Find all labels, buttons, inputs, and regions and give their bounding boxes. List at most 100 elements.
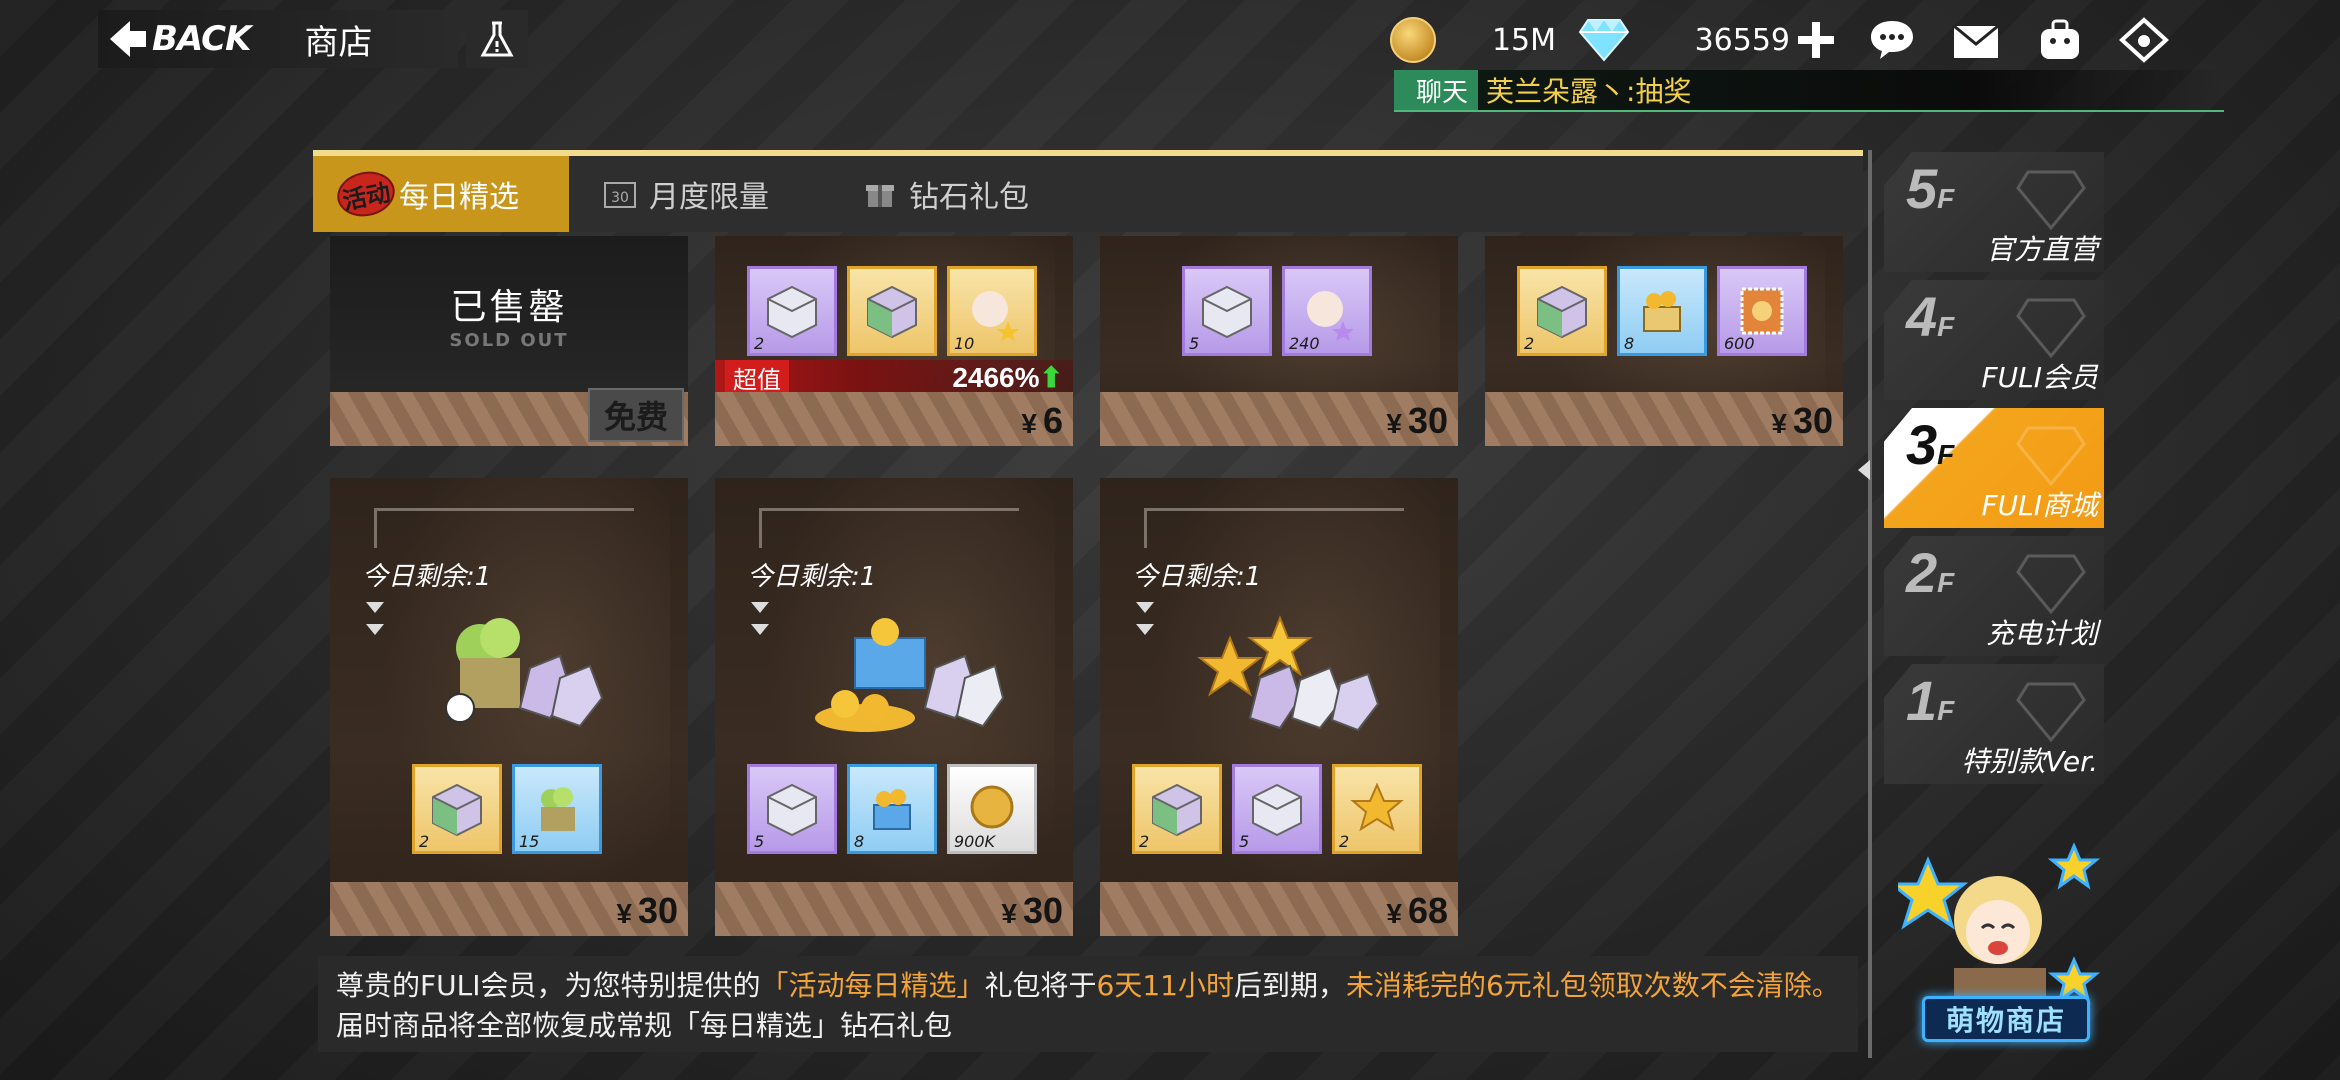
floor-label: FULI会员 bbox=[1981, 361, 2098, 394]
chevron-down-icon bbox=[1136, 602, 1154, 613]
expiry-notice: 尊贵的FULI会员，为您特别提供的「活动每日精选」礼包将于6天11小时后到期，未… bbox=[318, 956, 1858, 1052]
coin-box-item[interactable]: 8 bbox=[847, 764, 937, 854]
item-count: 240 bbox=[1289, 334, 1320, 353]
dice-item[interactable] bbox=[847, 266, 937, 356]
home-button[interactable] bbox=[2116, 12, 2172, 68]
floor-4f[interactable]: 4F FULI会员 bbox=[1884, 280, 2104, 400]
daily-pack-card[interactable]: 今日剩余:1 5 8 900K ¥30 bbox=[715, 478, 1073, 936]
pack-card[interactable]: 2 8 600 ¥30 bbox=[1485, 236, 1843, 446]
dice-item[interactable]: 2 bbox=[412, 764, 502, 854]
bag-button[interactable] bbox=[2032, 12, 2088, 68]
notice-text: 礼包将于 bbox=[984, 969, 1097, 1002]
pack-card[interactable]: 2 10 超值 2466%⬆ ¥6 bbox=[715, 236, 1073, 446]
item-count: 15 bbox=[519, 832, 540, 851]
price-label[interactable]: ¥6 bbox=[1021, 400, 1063, 442]
floor-number: 1F bbox=[1906, 669, 1955, 732]
mail-button[interactable] bbox=[1948, 12, 2004, 68]
item-count: 2 bbox=[1139, 832, 1150, 851]
diamond-icon bbox=[1578, 19, 1630, 62]
floor-5f[interactable]: 5F 官方直营 bbox=[1884, 152, 2104, 272]
remaining-today: 今日剩余:1 bbox=[362, 562, 492, 592]
frame-bracket bbox=[759, 508, 1019, 548]
sold-out-title: 已售罄 bbox=[450, 286, 568, 328]
remaining-today: 今日剩余:1 bbox=[1132, 562, 1262, 592]
diamond-emblem-icon bbox=[2016, 426, 2086, 486]
dice-icon bbox=[432, 783, 482, 837]
sold-out-overlay: 已售罄 SOLD OUT bbox=[330, 236, 688, 392]
notice-highlight: 未消耗完的6元礼包领取次数不会清除。 bbox=[1345, 969, 1840, 1002]
diamond-emblem-icon bbox=[2016, 170, 2086, 230]
price-label[interactable]: ¥68 bbox=[1386, 890, 1448, 932]
daily-pack-card[interactable]: 今日剩余:1 2 5 2 ¥68 bbox=[1100, 478, 1458, 936]
dice-item[interactable]: 5 bbox=[747, 764, 837, 854]
pack-card-free[interactable]: 已售罄 SOLD OUT 免费 bbox=[330, 236, 688, 446]
floor-3f[interactable]: 3F FULI商城 bbox=[1884, 408, 2104, 528]
page-title: 商店 bbox=[304, 22, 373, 63]
gold-coin-icon bbox=[970, 785, 1014, 829]
dice-icon bbox=[767, 783, 817, 837]
chevron-down-icon bbox=[751, 624, 769, 635]
notice-highlight: 「活动每日精选」 bbox=[760, 969, 985, 1002]
notice-highlight: 6天11小时 bbox=[1096, 969, 1234, 1002]
avatar-item[interactable]: 240 bbox=[1282, 266, 1372, 356]
dice-item[interactable]: 2 bbox=[1132, 764, 1222, 854]
floor-label: 特别款Ver. bbox=[1961, 745, 2098, 778]
chat-ticker[interactable]: 聊天 芙兰朵露丶:抽奖 bbox=[1394, 70, 2224, 112]
chat-tag: 聊天 bbox=[1394, 70, 1479, 110]
tab-monthly-limited[interactable]: 30 月度限量 bbox=[569, 156, 803, 232]
price-label[interactable]: ¥30 bbox=[1386, 400, 1448, 442]
chevron-down-icon bbox=[751, 602, 769, 613]
price-label[interactable]: ¥30 bbox=[616, 890, 678, 932]
floor-1f[interactable]: 1F 特别款Ver. bbox=[1884, 664, 2104, 784]
daily-pack-card[interactable]: 今日剩余:1 2 15 ¥30 bbox=[330, 478, 688, 936]
dice-icon bbox=[767, 285, 817, 339]
info-button[interactable] bbox=[466, 10, 528, 68]
chevron-down-icon bbox=[1136, 624, 1154, 635]
add-gems-button[interactable] bbox=[1796, 20, 1836, 60]
back-arrow-icon[interactable] bbox=[106, 17, 150, 61]
clover-box-item[interactable]: 15 bbox=[512, 764, 602, 854]
notice-text: 届时商品将全部恢复成常规「每日精选」钻石礼包 bbox=[336, 1009, 953, 1042]
tab-label: 月度限量 bbox=[649, 180, 769, 215]
back-button[interactable]: BACK bbox=[152, 19, 251, 59]
chat-message: 芙兰朵露丶:抽奖 bbox=[1486, 75, 1692, 108]
dice-item[interactable]: 5 bbox=[1182, 266, 1272, 356]
dice-item[interactable]: 2 bbox=[1517, 266, 1607, 356]
coin-box-icon bbox=[1643, 291, 1681, 332]
floor-number: 3F bbox=[1906, 413, 1955, 476]
avatar-item[interactable]: 10 bbox=[947, 266, 1037, 356]
pack-hero-icon bbox=[1197, 615, 1380, 732]
sold-out-subtitle: SOLD OUT bbox=[449, 329, 569, 351]
gold-coin-item[interactable]: 900K bbox=[947, 764, 1037, 854]
pack-hero-icon bbox=[445, 618, 604, 728]
floor-2f[interactable]: 2F 充电计划 bbox=[1884, 536, 2104, 656]
item-count: 5 bbox=[1189, 334, 1200, 353]
tab-daily-picks[interactable]: 活动 每日精选 bbox=[313, 156, 569, 232]
calendar-30-icon: 30 bbox=[604, 182, 636, 208]
stamp-item[interactable]: 600 bbox=[1717, 266, 1807, 356]
floor-number: 2F bbox=[1906, 541, 1955, 604]
price-label[interactable]: ¥30 bbox=[1001, 890, 1063, 932]
pack-card[interactable]: 5 240 ¥30 bbox=[1100, 236, 1458, 446]
cute-shop-button[interactable]: 萌物商店 bbox=[1922, 996, 2090, 1042]
chat-button[interactable] bbox=[1864, 12, 1920, 68]
free-claim-button[interactable]: 免费 bbox=[587, 388, 684, 442]
star-coin-item[interactable]: 2 bbox=[1332, 764, 1422, 854]
remaining-today: 今日剩余:1 bbox=[747, 562, 877, 592]
item-row: 5 240 bbox=[1182, 266, 1372, 356]
event-badge: 活动 bbox=[333, 166, 399, 222]
chevron-down-icon bbox=[366, 624, 384, 635]
tab-diamond-packs[interactable]: 钻石礼包 bbox=[803, 156, 1063, 232]
flask-info-icon bbox=[480, 21, 514, 57]
dice-item[interactable]: 2 bbox=[747, 266, 837, 356]
shop-tabs: 活动 每日精选 30 月度限量 钻石礼包 bbox=[313, 156, 1863, 232]
price-label[interactable]: ¥30 bbox=[1771, 400, 1833, 442]
dice-item[interactable]: 5 bbox=[1232, 764, 1322, 854]
floor-pointer-icon bbox=[1858, 460, 1870, 480]
up-arrow-icon: ⬆ bbox=[1039, 361, 1063, 393]
item-count: 10 bbox=[954, 334, 975, 353]
coin-box-item[interactable]: 8 bbox=[1617, 266, 1707, 356]
item-count: 5 bbox=[754, 832, 765, 851]
item-count: 2 bbox=[419, 832, 430, 851]
item-count: 900K bbox=[954, 832, 996, 851]
